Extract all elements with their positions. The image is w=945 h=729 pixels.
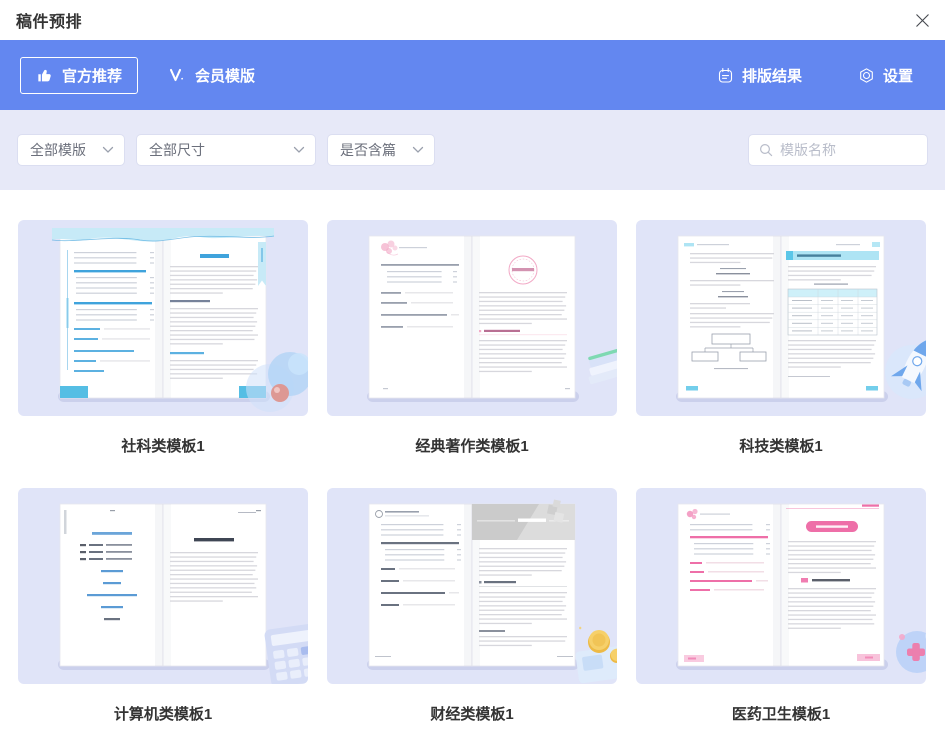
dropdown-contains-chapter[interactable]: 是否含篇 (328, 135, 434, 165)
titlebar: 稿件预排 (0, 0, 945, 40)
tab-label: 会员模版 (195, 65, 255, 86)
template-thumbnail-computer[interactable] (18, 488, 308, 684)
close-icon[interactable] (913, 11, 931, 29)
vip-v-icon (169, 68, 186, 83)
template-search (749, 135, 927, 165)
chevron-down-icon (102, 146, 114, 154)
dialog-title: 稿件预排 (16, 8, 82, 32)
action-label: 排版结果 (742, 65, 802, 86)
template-thumbnail-classic[interactable] (327, 220, 617, 416)
template-card: 科技类模板1 (636, 220, 926, 488)
dropdown-size[interactable]: 全部尺寸 (137, 135, 315, 165)
template-name: 医药卫生模板1 (636, 706, 926, 724)
settings-gear-icon (858, 67, 875, 84)
settings-button[interactable]: 设置 (858, 65, 913, 86)
dropdown-value: 是否含篇 (340, 140, 396, 160)
template-name: 科技类模板1 (636, 438, 926, 456)
thumbs-up-icon (36, 67, 53, 84)
template-thumbnail-tech[interactable] (636, 220, 926, 416)
template-card: 财经类模板1 (327, 488, 617, 729)
toolbar-actions: 排版结果 设置 (717, 65, 913, 86)
chevron-down-icon (412, 146, 424, 154)
manuscript-preview-dialog: 稿件预排 官方推荐 会员模版 排版结果 (0, 0, 945, 729)
template-name: 计算机类模板1 (18, 706, 308, 724)
dropdown-value: 全部尺寸 (149, 140, 205, 160)
tab-member-templates[interactable]: 会员模版 (154, 57, 270, 94)
template-name: 财经类模板1 (327, 706, 617, 724)
layout-result-icon (717, 67, 734, 84)
search-input[interactable] (780, 142, 917, 158)
template-name: 经典著作类模板1 (327, 438, 617, 456)
search-icon (759, 143, 773, 157)
template-card: 计算机类模板1 (18, 488, 308, 729)
template-thumbnail-finance[interactable] (327, 488, 617, 684)
toolbar: 官方推荐 会员模版 排版结果 设置 (0, 40, 945, 110)
dropdown-template-type[interactable]: 全部模版 (18, 135, 124, 165)
template-card: 医药卫生模板1 (636, 488, 926, 729)
template-name: 社科类模板1 (18, 438, 308, 456)
tab-official-recommend[interactable]: 官方推荐 (20, 57, 138, 94)
template-grid: 社科类模板1 经典著作类模板1 科技类模板1 计算机类模板1 财经类模板1 医药… (0, 190, 945, 729)
template-thumbnail-medical[interactable] (636, 488, 926, 684)
template-card: 社科类模板1 (18, 220, 308, 488)
chevron-down-icon (293, 146, 305, 154)
action-label: 设置 (883, 65, 913, 86)
template-thumbnail-social[interactable] (18, 220, 308, 416)
filter-bar: 全部模版 全部尺寸 是否含篇 (0, 110, 945, 190)
layout-result-button[interactable]: 排版结果 (717, 65, 802, 86)
template-card: 经典著作类模板1 (327, 220, 617, 488)
tab-label: 官方推荐 (62, 65, 122, 86)
dropdown-value: 全部模版 (30, 140, 86, 160)
